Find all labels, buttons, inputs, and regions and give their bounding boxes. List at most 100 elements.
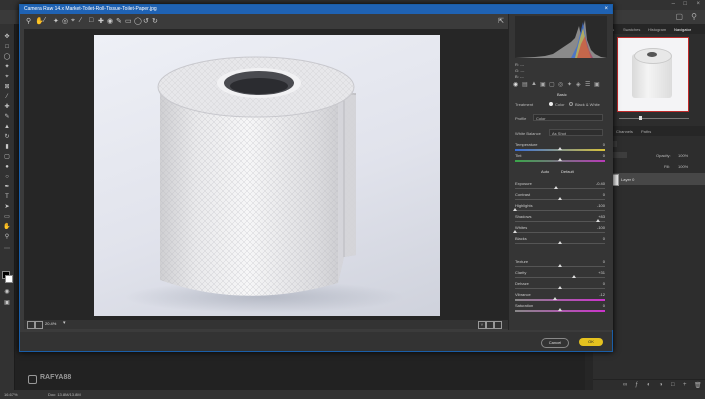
filmstrip-icon[interactable] xyxy=(27,321,35,329)
delete-layer-icon[interactable]: 🗑 xyxy=(694,382,702,389)
path-selection-tool-icon[interactable]: ➤ xyxy=(3,204,11,210)
slider-value[interactable]: -0.40 xyxy=(596,181,605,186)
slider-value[interactable]: -12 xyxy=(599,292,605,297)
slider-thumb[interactable] xyxy=(554,186,559,189)
slider-track[interactable] xyxy=(515,188,605,189)
background-color-swatch[interactable] xyxy=(5,275,13,283)
transform-icon[interactable]: □ xyxy=(89,17,93,24)
swap-icon[interactable] xyxy=(486,321,494,329)
fullscreen-icon[interactable]: ⇱ xyxy=(498,17,504,25)
zoom-icon[interactable]: ⚲ xyxy=(26,17,31,25)
slider-thumb[interactable] xyxy=(513,208,517,211)
eyedropper-tool-icon[interactable]: ⁄ xyxy=(3,94,11,100)
zoom-tool-icon[interactable]: ⚲ xyxy=(3,234,11,240)
tab-channels[interactable]: Channels xyxy=(616,129,633,134)
hand-icon[interactable]: ✋ xyxy=(35,17,44,25)
tab-histogram[interactable]: Histogram xyxy=(648,27,666,32)
slider-value[interactable]: 0 xyxy=(603,281,605,286)
slider-value[interactable]: 0 xyxy=(603,259,605,264)
fill-value[interactable]: 100% xyxy=(678,164,688,169)
slider-value[interactable]: -100 xyxy=(597,203,605,208)
white-balance-icon[interactable]: ⁄ xyxy=(44,17,45,24)
slider-value[interactable]: -100 xyxy=(597,225,605,230)
search-icon[interactable]: ⚲ xyxy=(691,12,697,21)
presets-icon[interactable]: ☰ xyxy=(585,81,590,88)
navigator-zoom-thumb[interactable] xyxy=(639,116,642,120)
slider-value[interactable]: 0 xyxy=(603,142,605,147)
slider-contrast[interactable]: Contrast 0 xyxy=(515,192,605,203)
radial-filter-icon[interactable]: ◯ xyxy=(134,17,142,25)
slider-thumb[interactable] xyxy=(558,158,562,161)
dialog-close-icon[interactable]: × xyxy=(604,5,608,14)
dodge-tool-icon[interactable]: ○ xyxy=(3,174,11,180)
frame-tool-icon[interactable]: ⊠ xyxy=(3,84,11,90)
fx-icon[interactable]: ƒ xyxy=(635,382,638,388)
lasso-tool-icon[interactable]: ◯ xyxy=(3,54,11,60)
crop-icon[interactable]: ⌖ xyxy=(71,17,75,25)
split-toning-icon[interactable]: ▢ xyxy=(549,81,555,88)
marquee-tool-icon[interactable]: □ xyxy=(3,44,11,50)
auto-button[interactable]: Auto xyxy=(541,169,549,174)
spot-removal-icon[interactable]: ✚ xyxy=(98,17,104,25)
type-tool-icon[interactable]: T xyxy=(3,194,11,200)
slider-dehaze[interactable]: Dehaze 0 xyxy=(515,281,605,292)
rectangle-tool-icon[interactable]: ▭ xyxy=(3,214,11,220)
adjustment-icon[interactable]: ◑ xyxy=(659,382,663,388)
move-tool-icon[interactable]: ✥ xyxy=(3,34,11,40)
brush-tool-icon[interactable]: ✎ xyxy=(3,114,11,120)
maximize-icon[interactable]: □ xyxy=(683,1,687,7)
tab-paths[interactable]: Paths xyxy=(641,129,651,134)
straighten-icon[interactable]: ∕ xyxy=(80,17,81,24)
more-tools-icon[interactable]: ⋯ xyxy=(3,246,11,252)
slider-tint[interactable]: Tint 0 xyxy=(515,153,605,164)
slider-track[interactable] xyxy=(515,277,605,278)
healing-tool-icon[interactable]: ✚ xyxy=(3,104,11,110)
default-button[interactable]: Default xyxy=(561,169,574,174)
detail-icon[interactable]: ▲ xyxy=(531,81,537,87)
graduated-filter-icon[interactable]: ▭ xyxy=(125,17,132,25)
treatment-bw-radio[interactable] xyxy=(569,102,573,106)
link-layers-icon[interactable]: ∞ xyxy=(623,382,627,388)
quick-mask-icon[interactable]: ◉ xyxy=(3,289,11,295)
slider-track[interactable] xyxy=(515,210,605,211)
white-balance-select[interactable]: As Shot xyxy=(549,129,603,136)
tab-navigator[interactable]: Navigator xyxy=(674,27,691,32)
slider-shadows[interactable]: Shadows +83 xyxy=(515,214,605,225)
gradient-tool-icon[interactable]: ▢ xyxy=(3,154,11,160)
tone-curve-icon[interactable]: ▤ xyxy=(522,81,528,88)
copy-settings-icon[interactable] xyxy=(494,321,502,329)
slider-value[interactable]: +31 xyxy=(598,270,605,275)
slider-thumb[interactable] xyxy=(558,264,562,267)
image-preview[interactable] xyxy=(24,29,508,320)
screen-mode-icon[interactable]: ▣ xyxy=(3,300,11,306)
opacity-value[interactable]: 100% xyxy=(678,153,688,158)
slider-blacks[interactable]: Blacks 0 xyxy=(515,236,605,247)
hand-tool-icon[interactable]: ✋ xyxy=(3,224,11,230)
basic-panel-icon[interactable]: ◉ xyxy=(513,81,518,88)
calibration-icon[interactable]: ◈ xyxy=(576,81,581,88)
slider-clarity[interactable]: Clarity +31 xyxy=(515,270,605,281)
status-zoom[interactable]: 16.67% xyxy=(4,390,18,399)
close-icon[interactable]: × xyxy=(696,1,700,7)
cancel-button[interactable]: Cancel xyxy=(541,338,569,348)
hsl-icon[interactable]: ▣ xyxy=(540,81,546,88)
grid-icon[interactable] xyxy=(35,321,43,329)
color-sampler-icon[interactable]: ✦ xyxy=(53,17,59,25)
slider-vibrance[interactable]: Vibrance -12 xyxy=(515,292,605,303)
pen-tool-icon[interactable]: ✒ xyxy=(3,184,11,190)
slider-thumb[interactable] xyxy=(572,275,577,278)
targeted-adjust-icon[interactable]: ◎ xyxy=(62,17,68,25)
slider-thumb[interactable] xyxy=(558,197,562,200)
layer-name[interactable]: Layer 0 xyxy=(621,177,634,182)
slider-highlights[interactable]: Highlights -100 xyxy=(513,203,605,214)
crop-tool-icon[interactable]: ⌖ xyxy=(3,74,11,80)
slider-track[interactable] xyxy=(515,232,605,233)
slider-saturation[interactable]: Saturation 0 xyxy=(515,303,605,314)
profile-select[interactable]: Color xyxy=(533,114,603,121)
slider-value[interactable]: 0 xyxy=(603,236,605,241)
zoom-dropdown-icon[interactable]: ▾ xyxy=(63,320,66,326)
treatment-color-radio[interactable] xyxy=(549,102,553,106)
before-after-icon[interactable]: Y xyxy=(478,321,486,329)
slider-thumb[interactable] xyxy=(595,219,600,222)
slider-thumb[interactable] xyxy=(558,308,562,311)
